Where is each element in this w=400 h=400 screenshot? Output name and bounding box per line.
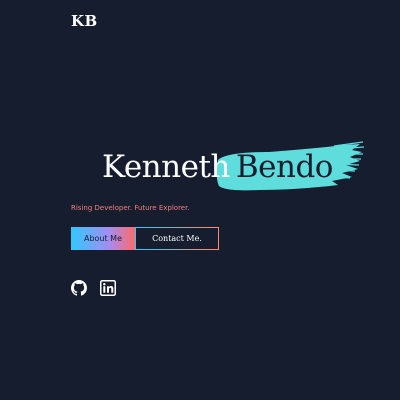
github-icon[interactable] xyxy=(71,280,87,296)
landing-page: KB Kenneth Bendo Rising Developer. Future… xyxy=(0,0,400,400)
first-name: Kenneth xyxy=(102,149,230,185)
last-name: Bendo xyxy=(235,149,334,185)
site-logo[interactable]: KB xyxy=(71,12,98,30)
tagline: Rising Developer. Future Explorer. xyxy=(71,204,190,212)
contact-me-button[interactable]: Contact Me. xyxy=(135,227,219,250)
about-me-button[interactable]: About Me xyxy=(71,227,135,250)
hero-name: Kenneth Bendo xyxy=(102,149,333,185)
linkedin-icon[interactable] xyxy=(100,280,116,296)
